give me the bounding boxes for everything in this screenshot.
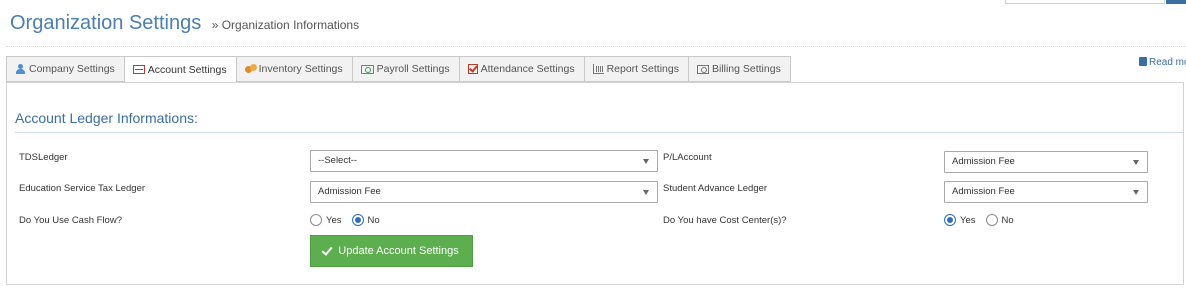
student-advance-ledger-value: Admission Fee: [952, 186, 1015, 197]
cash-flow-label: Do You Use Cash Flow?: [19, 215, 122, 226]
bill-icon: [696, 64, 709, 74]
tab-label: Billing Settings: [711, 63, 781, 75]
update-account-settings-button[interactable]: Update Account Settings: [310, 235, 473, 267]
cost-center-no-radio[interactable]: [985, 214, 998, 226]
cost-center-yes-radio[interactable]: [944, 214, 956, 226]
pl-account-value: Admission Fee: [952, 156, 1015, 167]
check-icon: [321, 243, 333, 256]
user-icon: [15, 64, 26, 74]
chevron-down-icon: [1133, 160, 1139, 165]
page-title: Organization Settings: [10, 12, 202, 34]
cost-center-label: Do You have Cost Center(s)?: [663, 215, 787, 226]
cost-center-no-label: No: [1001, 214, 1014, 226]
chevron-down-icon: [643, 190, 649, 195]
breadcrumb: » Organization Informations: [211, 18, 360, 32]
cost-center-radio-group: Yes No: [944, 214, 1024, 226]
tab-label: Company Settings: [29, 63, 115, 75]
header-divider: [6, 46, 1186, 47]
top-search-button[interactable]: [1166, 0, 1186, 4]
tab-label: Inventory Settings: [258, 63, 343, 75]
tab-label: Report Settings: [606, 63, 679, 75]
student-advance-ledger-select[interactable]: Admission Fee: [944, 181, 1148, 203]
tab-label: Payroll Settings: [376, 63, 450, 75]
education-tax-ledger-label: Education Service Tax Ledger: [19, 183, 146, 194]
education-tax-ledger-value: Admission Fee: [318, 186, 381, 197]
student-advance-ledger-label: Student Advance Ledger: [663, 183, 768, 194]
read-more-link[interactable]: Read mo: [1139, 57, 1186, 68]
tab-company-settings[interactable]: Company Settings: [6, 56, 125, 82]
cash-flow-radio-group: Yes No: [310, 214, 390, 226]
tab-report-settings[interactable]: Report Settings: [583, 56, 689, 82]
page-header: Organization Settings » Organization Inf…: [10, 12, 1186, 46]
top-search-input[interactable]: [1005, 0, 1165, 4]
bar-chart-icon: [592, 64, 604, 74]
tab-label: Attendance Settings: [480, 63, 575, 75]
money-icon: [360, 64, 374, 74]
chevron-down-icon: [643, 159, 649, 164]
tds-ledger-label: TDSLedger: [19, 152, 68, 163]
tab-payroll-settings[interactable]: Payroll Settings: [351, 56, 460, 82]
book-icon: [1139, 57, 1147, 66]
tds-ledger-select[interactable]: --Select--: [310, 150, 658, 172]
checkbox-icon: [467, 64, 478, 74]
account-settings-panel: Account Ledger Informations: TDSLedger -…: [6, 82, 1184, 285]
education-tax-ledger-select[interactable]: Admission Fee: [310, 181, 658, 203]
coins-icon: [244, 64, 257, 74]
tab-attendance-settings[interactable]: Attendance Settings: [458, 56, 585, 82]
update-button-label: Update Account Settings: [338, 245, 459, 257]
settings-tabs: Company Settings Account Settings Invent…: [6, 56, 791, 83]
cash-flow-yes-radio[interactable]: [310, 214, 322, 226]
tab-inventory-settings[interactable]: Inventory Settings: [235, 56, 353, 82]
read-more-label: Read mo: [1149, 57, 1186, 68]
pl-account-select[interactable]: Admission Fee: [944, 151, 1148, 173]
cash-flow-no-label: No: [367, 214, 380, 226]
chevron-down-icon: [1133, 190, 1139, 195]
tab-label: Account Settings: [147, 63, 227, 76]
cash-flow-no-radio[interactable]: [351, 214, 364, 226]
tds-ledger-value: --Select--: [318, 155, 358, 166]
ledger-book-icon: [132, 65, 145, 74]
section-divider: [15, 132, 1183, 133]
cash-flow-yes-label: Yes: [326, 214, 342, 226]
pl-account-label: P/LAccount: [663, 152, 712, 163]
tab-account-settings[interactable]: Account Settings: [123, 56, 237, 83]
cost-center-yes-label: Yes: [960, 214, 976, 226]
tab-billing-settings[interactable]: Billing Settings: [687, 56, 791, 82]
section-title: Account Ledger Informations:: [15, 110, 198, 126]
